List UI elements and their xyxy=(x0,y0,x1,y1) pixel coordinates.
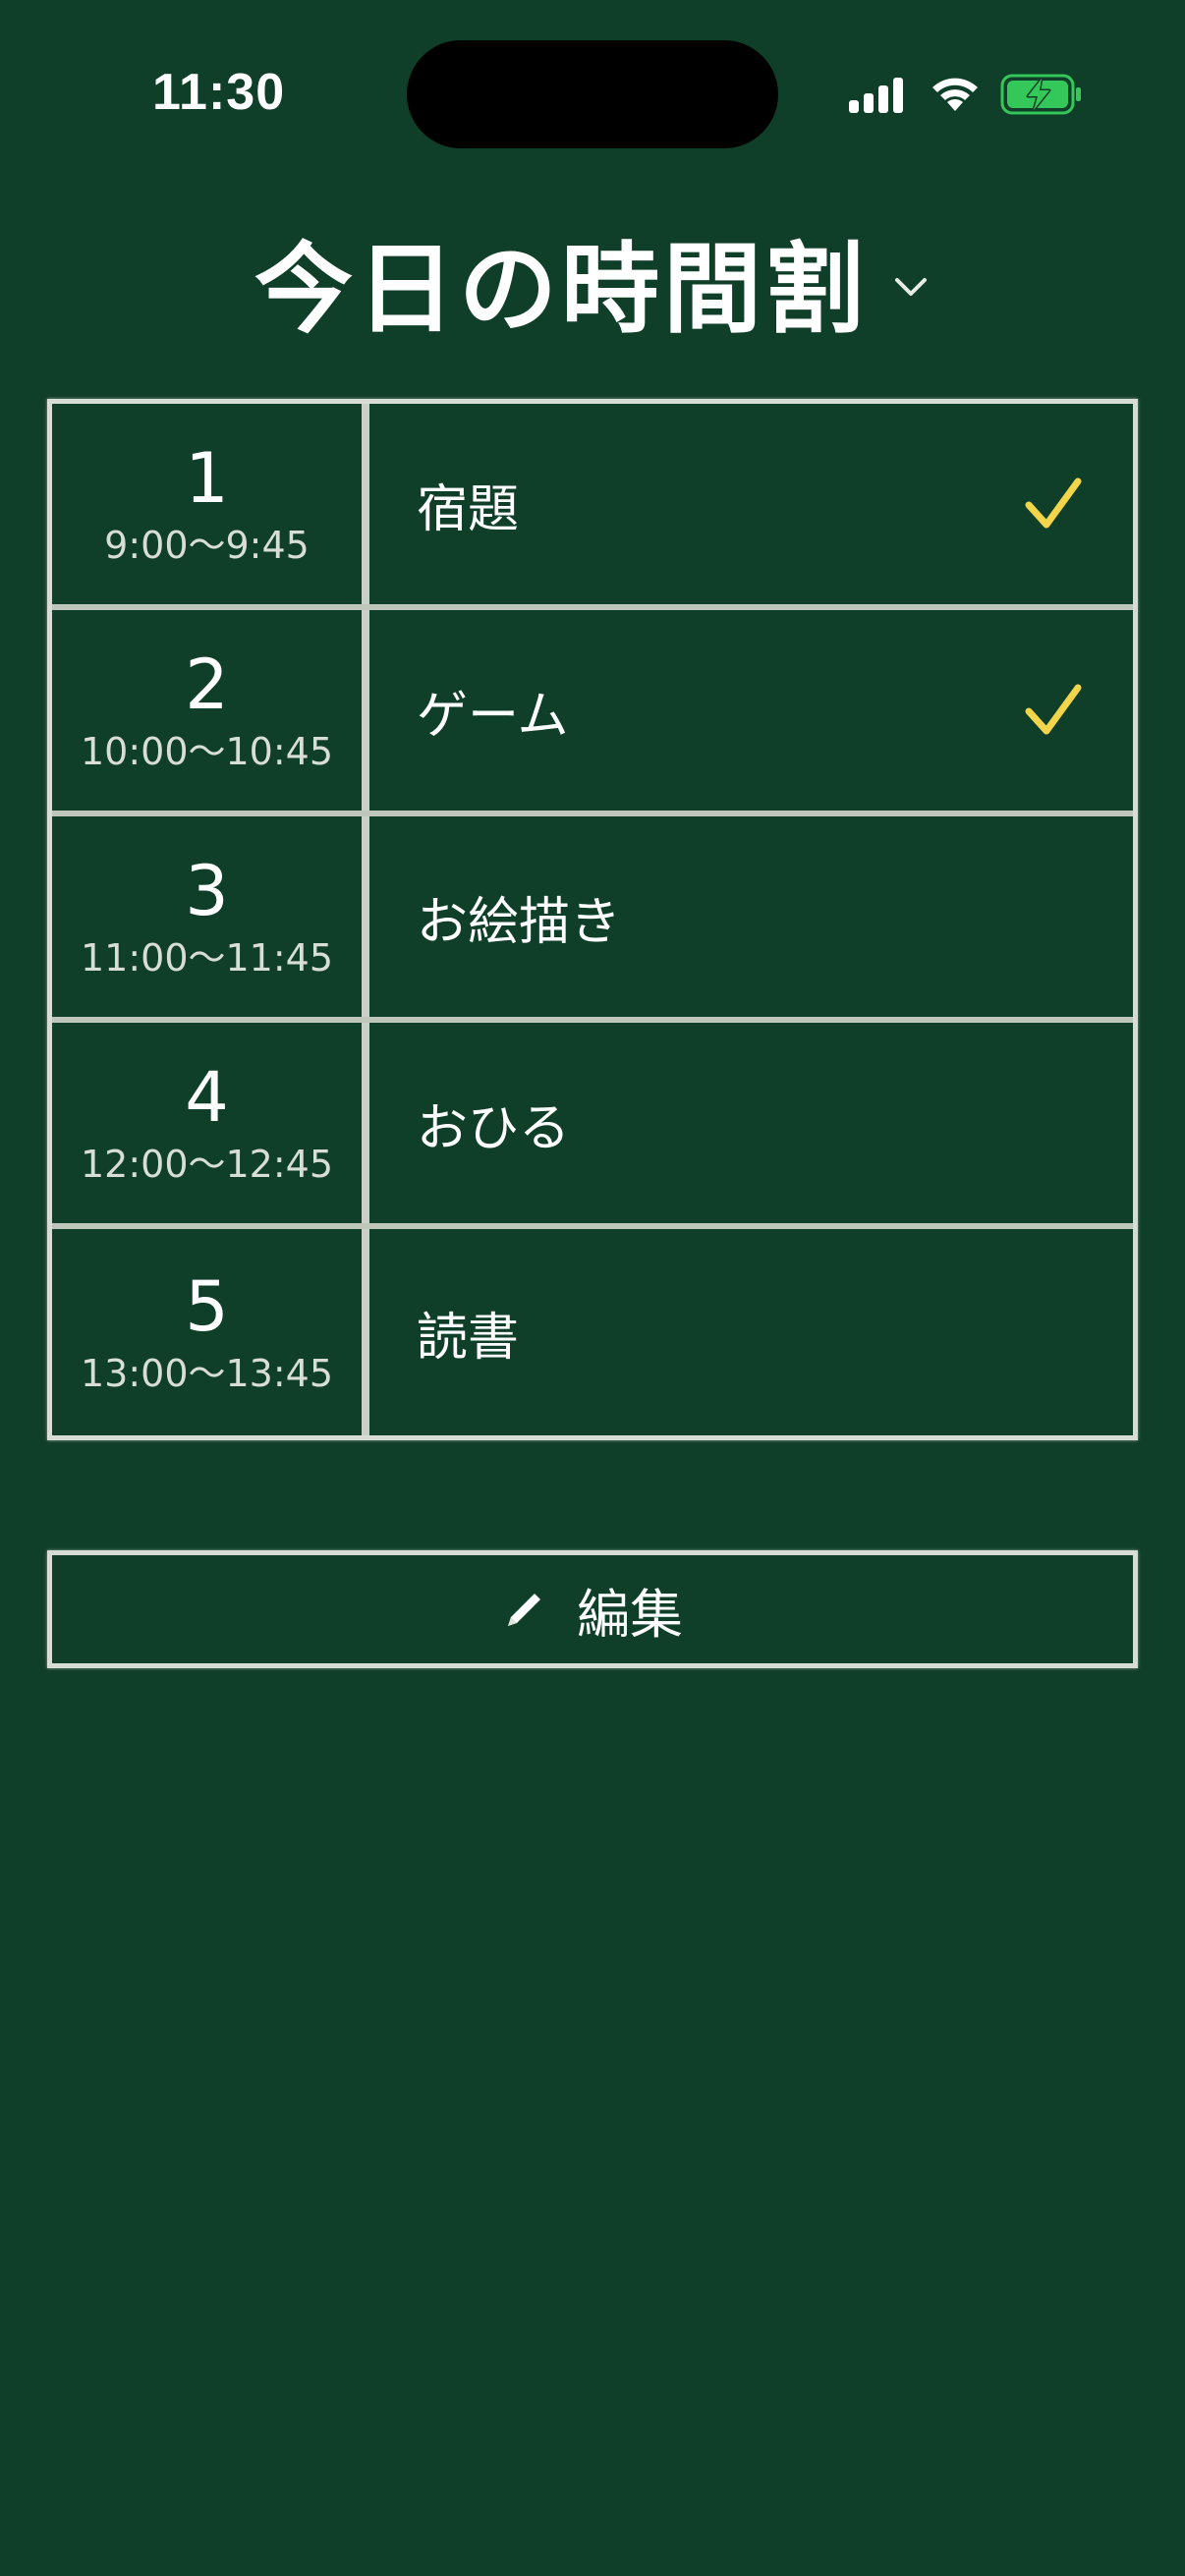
timetable-row[interactable]: 4 12:00〜12:45 おひる xyxy=(52,1023,1133,1229)
checkmark-icon xyxy=(1025,684,1082,735)
status-time: 11:30 xyxy=(152,64,286,121)
period-number: 5 xyxy=(185,1266,229,1347)
period-time: 11:00〜11:45 xyxy=(80,936,334,980)
subject-cell[interactable]: おひる xyxy=(369,1023,1133,1223)
subject-cell[interactable]: ゲーム xyxy=(369,610,1133,811)
subject-cell[interactable]: 読書 xyxy=(369,1229,1133,1435)
period-time: 9:00〜9:45 xyxy=(104,524,310,567)
subject-label: 読書 xyxy=(417,1308,520,1368)
edit-button-label: 編集 xyxy=(577,1583,683,1646)
period-cell: 1 9:00〜9:45 xyxy=(52,404,369,604)
timetable-row[interactable]: 1 9:00〜9:45 宿題 xyxy=(52,404,1133,610)
checkmark-icon xyxy=(1025,477,1082,529)
status-icons xyxy=(847,71,1083,118)
timetable: 1 9:00〜9:45 宿題 2 10:00〜10:45 ゲーム 3 11:00… xyxy=(47,399,1138,1440)
subject-label: おひる xyxy=(417,1098,571,1158)
edit-button[interactable]: 編集 xyxy=(47,1550,1138,1668)
timetable-row[interactable]: 3 11:00〜11:45 お絵描き xyxy=(52,816,1133,1023)
subject-cell[interactable]: お絵描き xyxy=(369,816,1133,1017)
subject-label: ゲーム xyxy=(417,686,569,746)
period-cell: 5 13:00〜13:45 xyxy=(52,1229,369,1435)
chevron-down-icon xyxy=(895,278,927,296)
subject-label: お絵描き xyxy=(417,892,622,952)
title-dropdown[interactable]: 今日の時間割 xyxy=(0,216,1185,347)
period-number: 3 xyxy=(185,851,229,931)
wifi-icon xyxy=(932,78,978,111)
period-number: 4 xyxy=(185,1057,229,1138)
pencil-icon xyxy=(508,1594,540,1626)
period-time: 13:00〜13:45 xyxy=(80,1352,334,1395)
dynamic-island xyxy=(407,40,778,148)
period-cell: 4 12:00〜12:45 xyxy=(52,1023,369,1223)
period-cell: 3 11:00〜11:45 xyxy=(52,816,369,1017)
timetable-row[interactable]: 5 13:00〜13:45 読書 xyxy=(52,1229,1133,1435)
page-title: 今日の時間割 xyxy=(254,231,868,347)
period-number: 2 xyxy=(185,644,229,725)
period-time: 10:00〜10:45 xyxy=(80,730,334,773)
period-cell: 2 10:00〜10:45 xyxy=(52,610,369,811)
period-time: 12:00〜12:45 xyxy=(80,1143,334,1186)
subject-cell[interactable]: 宿題 xyxy=(369,404,1133,604)
status-bar: 11:30 xyxy=(0,0,1185,187)
battery-charging-icon xyxy=(1000,74,1081,115)
cellular-signal-icon xyxy=(849,78,903,113)
subject-label: 宿題 xyxy=(417,479,520,539)
period-number: 1 xyxy=(185,438,229,519)
timetable-row[interactable]: 2 10:00〜10:45 ゲーム xyxy=(52,610,1133,816)
